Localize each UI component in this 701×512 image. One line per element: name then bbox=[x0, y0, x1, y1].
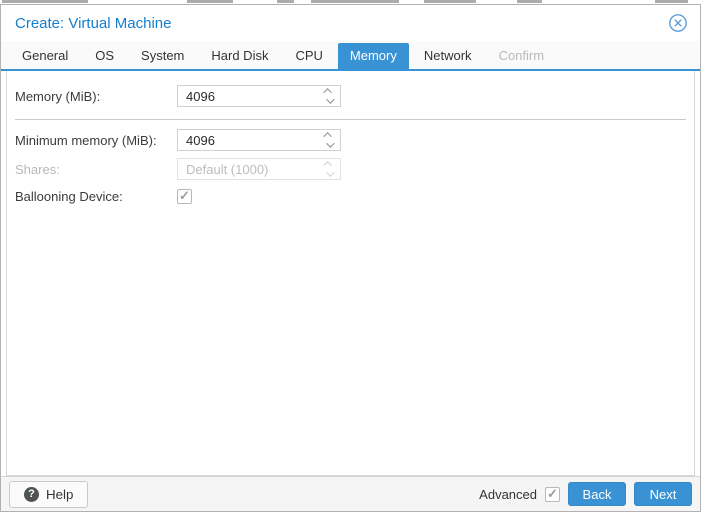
tab-memory[interactable]: Memory bbox=[337, 43, 409, 69]
tab-os[interactable]: OS bbox=[83, 43, 126, 69]
tab-cpu[interactable]: CPU bbox=[283, 43, 334, 69]
help-button[interactable]: ? Help bbox=[9, 480, 89, 508]
help-button-label: Help bbox=[46, 486, 74, 502]
memory-spinner-icon[interactable] bbox=[318, 86, 340, 106]
tab-system[interactable]: System bbox=[129, 43, 196, 69]
minimum-memory-input[interactable] bbox=[178, 130, 318, 150]
memory-field bbox=[177, 85, 341, 107]
dialog-body: Memory (MiB): Minimum memory (MiB): bbox=[1, 71, 700, 476]
wizard-tabbar: General OS System Hard Disk CPU Memory N… bbox=[1, 41, 700, 71]
minimum-memory-field bbox=[177, 129, 341, 151]
back-button[interactable]: Back bbox=[568, 482, 626, 506]
shares-row: Shares: bbox=[15, 158, 686, 180]
create-vm-dialog: Create: Virtual Machine General OS Syste… bbox=[0, 4, 701, 512]
dialog-footer: ? Help Advanced Back Next bbox=[1, 476, 700, 511]
memory-form-panel: Memory (MiB): Minimum memory (MiB): bbox=[6, 71, 695, 476]
shares-input bbox=[178, 159, 318, 179]
advanced-section-divider bbox=[15, 119, 686, 120]
minimum-memory-spinner-icon[interactable] bbox=[318, 130, 340, 150]
memory-row: Memory (MiB): bbox=[15, 85, 686, 107]
dialog-title: Create: Virtual Machine bbox=[15, 14, 172, 32]
next-button[interactable]: Next bbox=[634, 482, 692, 506]
memory-input[interactable] bbox=[178, 86, 318, 106]
question-circle-icon: ? bbox=[24, 486, 39, 502]
minimum-memory-label: Minimum memory (MiB): bbox=[15, 132, 157, 148]
close-icon[interactable] bbox=[668, 13, 688, 33]
shares-spinner-icon bbox=[318, 159, 340, 179]
minimum-memory-row: Minimum memory (MiB): bbox=[15, 129, 686, 151]
ballooning-label: Ballooning Device: bbox=[15, 189, 123, 204]
tab-general[interactable]: General bbox=[10, 43, 80, 69]
memory-label: Memory (MiB): bbox=[15, 88, 101, 104]
tab-confirm: Confirm bbox=[498, 48, 545, 63]
ballooning-row: Ballooning Device: bbox=[15, 188, 686, 204]
advanced-checkbox[interactable] bbox=[545, 486, 560, 502]
tab-hard-disk[interactable]: Hard Disk bbox=[199, 43, 280, 69]
footer-actions: Advanced Back Next bbox=[479, 482, 692, 506]
ballooning-checkbox[interactable] bbox=[177, 188, 192, 204]
shares-field bbox=[177, 158, 341, 180]
advanced-label: Advanced bbox=[479, 486, 537, 502]
shares-label: Shares: bbox=[15, 161, 60, 177]
tab-network[interactable]: Network bbox=[412, 43, 484, 69]
dialog-titlebar: Create: Virtual Machine bbox=[1, 5, 700, 41]
